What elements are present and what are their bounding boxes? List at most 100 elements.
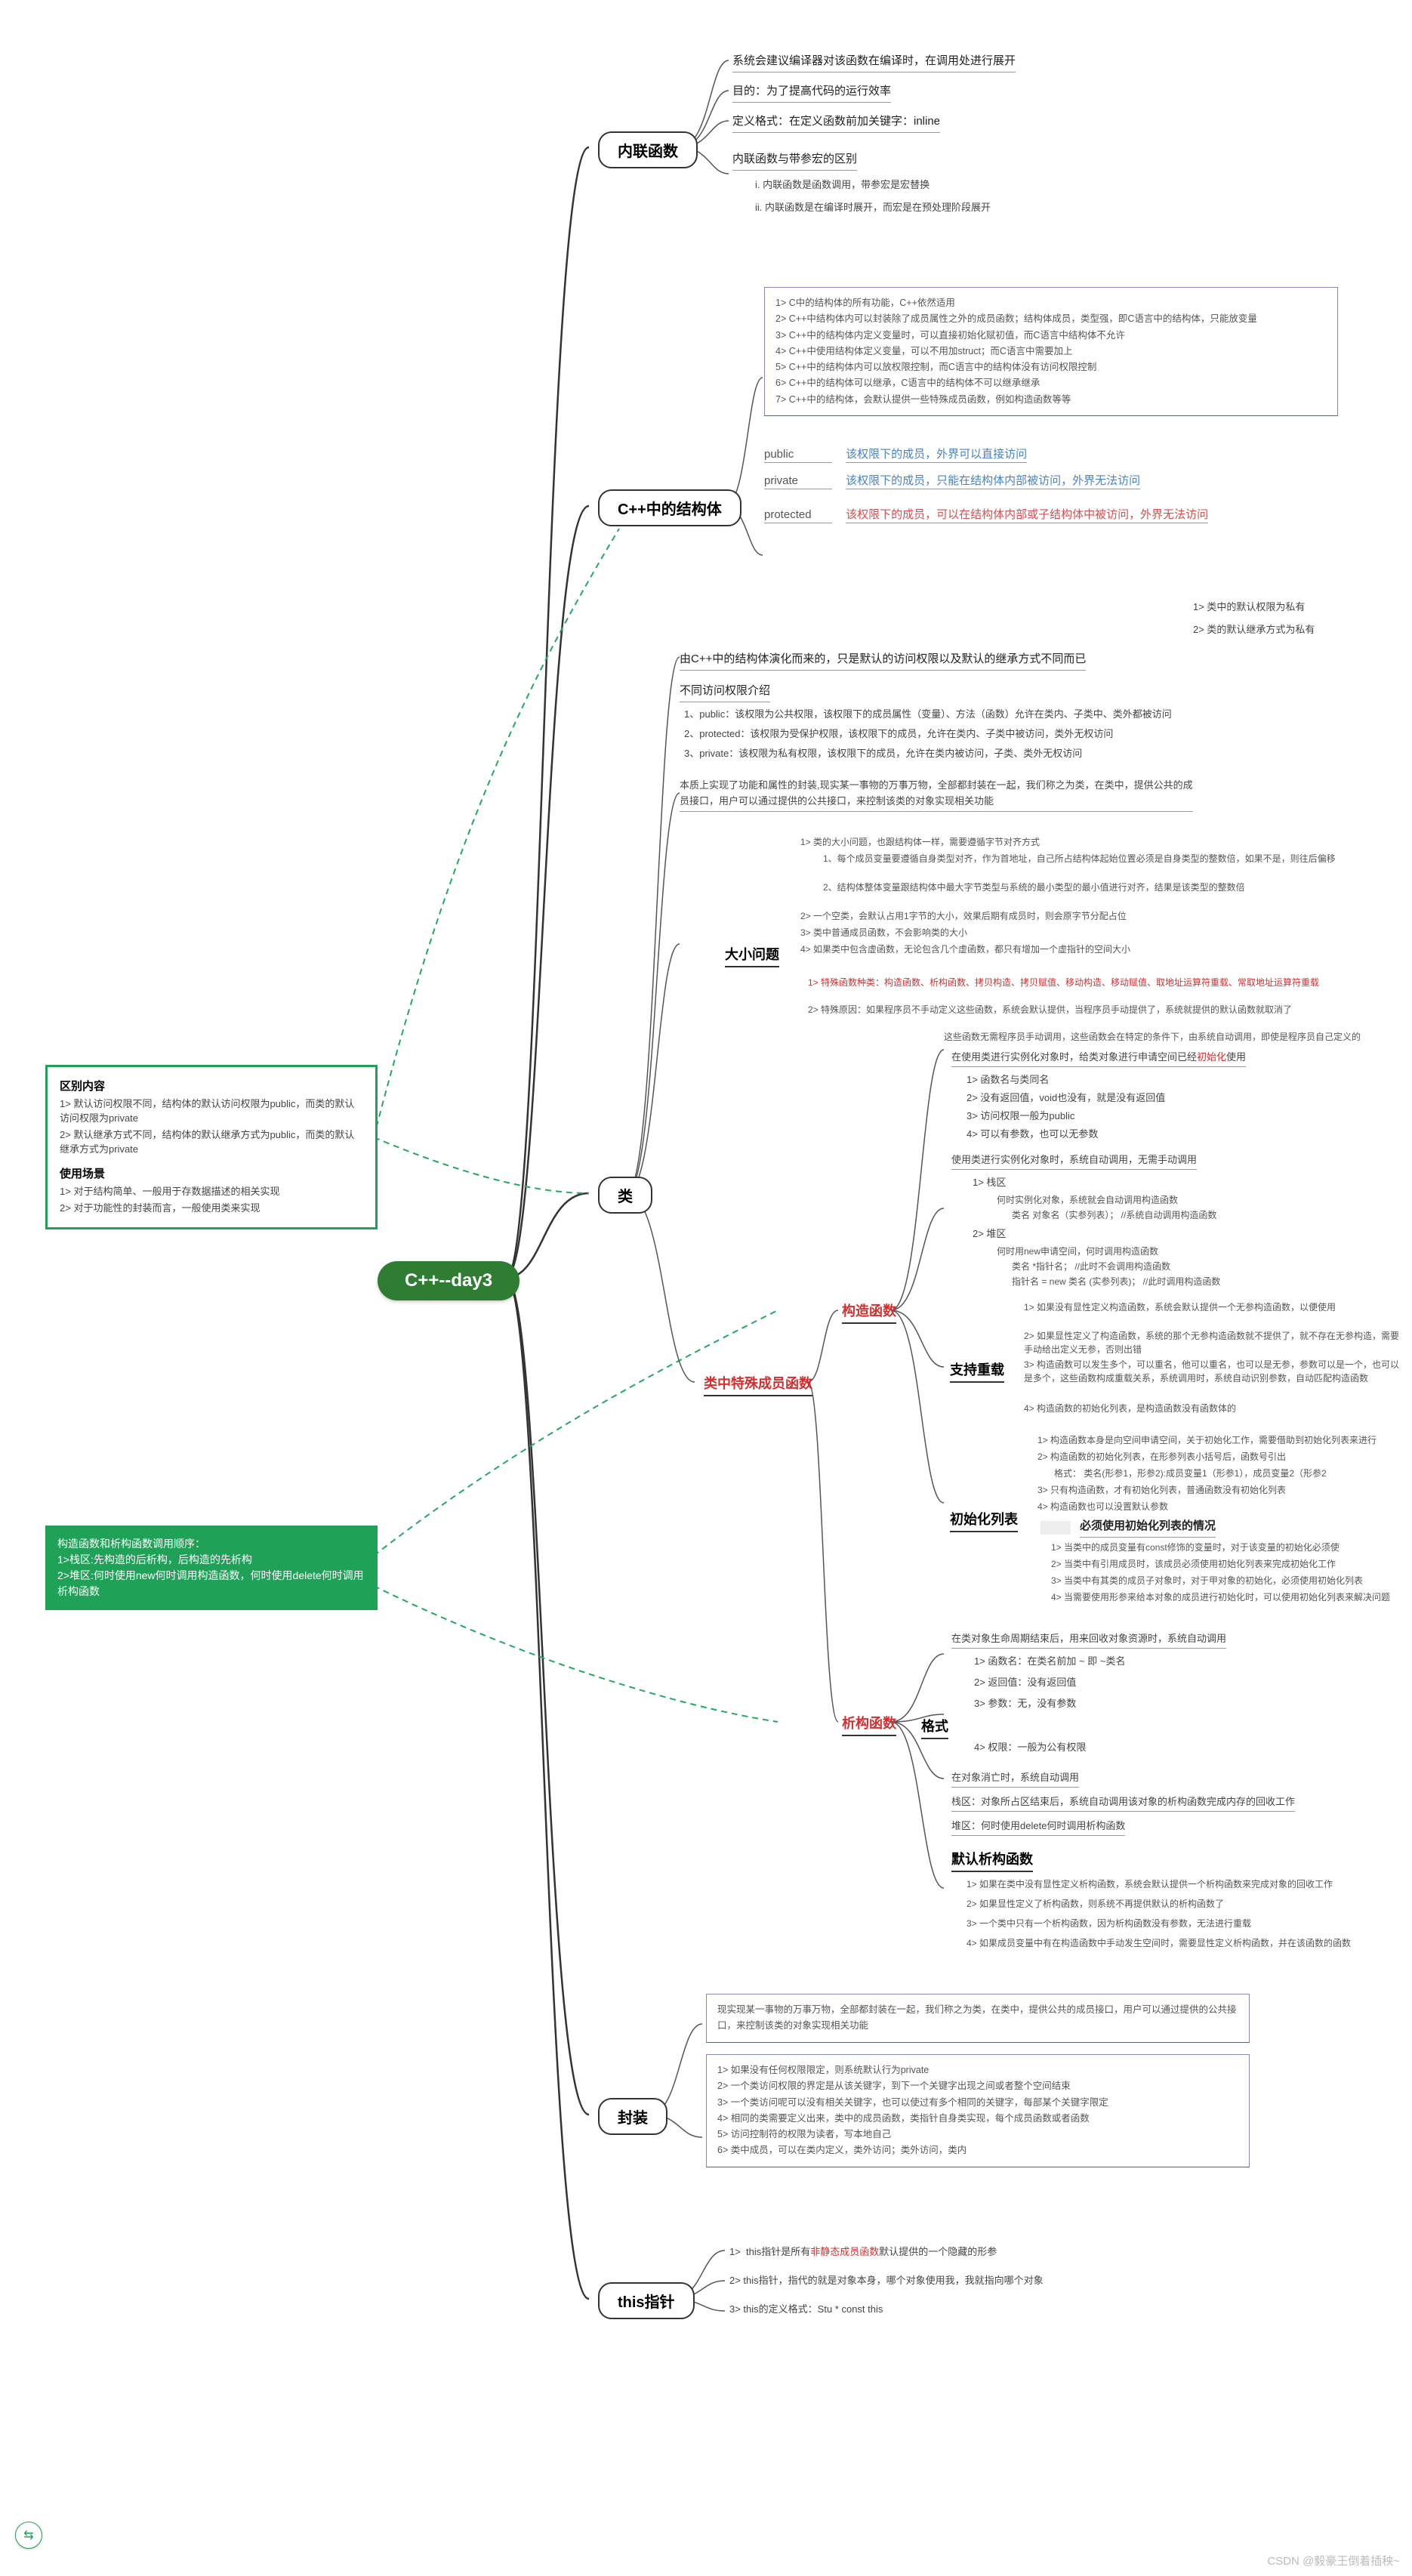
leaf: 4> 可以有参数，也可以无参数 bbox=[967, 1127, 1098, 1142]
struct-feature-line: 5> C++中的结构体内可以放权限控制，而C语言中的结构体没有访问权限控制 bbox=[775, 359, 1327, 375]
leaf: 1> 类的大小问题，也跟结构体一样，需要遵循字节对齐方式 bbox=[800, 835, 1359, 849]
leaf: 3> 访问权限一般为public bbox=[967, 1109, 1074, 1124]
leaf: 2> 特殊原因：如果程序员不手动定义这些函数，系统会默认提供，当程序员手动提供了… bbox=[808, 1003, 1382, 1017]
leaf: 堆区：何时使用delete何时调用析构函数 bbox=[951, 1819, 1125, 1836]
leaf: 1> 如果没有显性定义构造函数，系统会默认提供一个无参构造函数，以便使用 bbox=[1024, 1300, 1401, 1314]
note-use-heading: 使用场景 bbox=[60, 1168, 105, 1180]
leaf: 2> 返回值：没有返回值 bbox=[974, 1675, 1076, 1690]
leaf: 本质上实现了功能和属性的封装,现实某一事物的万事万物，全部都封装在一起，我们称之… bbox=[680, 778, 1193, 812]
struct-feature-line: 4> C++中使用结构体定义变量，可以不用加struct；而C语言中需要加上 bbox=[775, 344, 1327, 359]
leaf: 3> 只有构造函数，才有初始化列表，普通函数没有初始化列表 bbox=[1037, 1483, 1407, 1497]
encap-item: 2> 一个类访问权限的界定是从该关键字，到下一个关键字出现之间或者整个空间结束 bbox=[717, 2078, 1238, 2094]
encap-line: 现实现某一事物的万事万物，全部都封装在一起，我们称之为类，在类中，提供公共的成员… bbox=[717, 2002, 1238, 2035]
leaf: 4> 构造函数的初始化列表，是构造函数没有函数体的 bbox=[1024, 1402, 1401, 1415]
float-action-button[interactable]: ⇆ bbox=[15, 2522, 42, 2549]
node-this-pointer[interactable]: this指针 bbox=[598, 2282, 695, 2319]
leaf: 2> 堆区 bbox=[973, 1226, 1006, 1242]
access-row-private: private 该权限下的成员，只能在结构体内部被访问，外界无法访问 bbox=[764, 472, 1140, 489]
note-use-line: 1> 对于结构简单、一般用于存数据描述的相关实现 bbox=[60, 1183, 363, 1198]
struct-feature-line: 7> C++中的结构体，会默认提供一些特殊成员函数，例如构造函数等等 bbox=[775, 392, 1327, 408]
leaf: 1> 如果在类中没有显性定义析构函数，系统会默认提供一个析构函数来完成对象的回收… bbox=[967, 1877, 1404, 1891]
node-inline-fn[interactable]: 内联函数 bbox=[598, 131, 698, 168]
node-encapsulation[interactable]: 封装 bbox=[598, 2098, 667, 2135]
sub-must-initlist: 必须使用初始化列表的情况 bbox=[1080, 1518, 1216, 1538]
leaf: 指针名 = new 类名 (实参列表)； //此时调用构造函数 bbox=[1012, 1275, 1220, 1288]
leaf: 1> 函数名与类同名 bbox=[967, 1072, 1049, 1087]
note-order-line: 构造函数和析构函数调用顺序： bbox=[57, 1536, 365, 1552]
leaf: 2> 构造函数的初始化列表，在形参列表小括号后，函数号引出 bbox=[1037, 1450, 1407, 1464]
leaf: 类名 *指针名； //此时不会调用构造函数 bbox=[1012, 1260, 1170, 1273]
leaf: 2、结构体整体变量跟结构体中最大字节类型与系统的最小类型的最小值进行对齐，结果是… bbox=[823, 881, 1382, 894]
note-box-order: 构造函数和析构函数调用顺序： 1>栈区:先构造的后析构，后构造的先析构 2>堆区… bbox=[45, 1526, 378, 1610]
leaf: 3> 当类中有其类的成员子对象时，对于甲对象的初始化，必须使用初始化列表 bbox=[1051, 1574, 1406, 1587]
encap-box: 现实现某一事物的万事万物，全部都封装在一起，我们称之为类，在类中，提供公共的成员… bbox=[706, 1994, 1250, 2043]
leaf: i. 内联函数是函数调用，带参宏是宏替换 bbox=[755, 177, 930, 193]
leaf: 栈区：对象所占区结束后，系统自动调用该对象的析构函数完成内存的回收工作 bbox=[951, 1794, 1404, 1812]
leaf: 1> 函数名：在类名前加 ~ 即 ~类名 bbox=[974, 1654, 1125, 1669]
leaf: 3> 构造函数可以发生多个，可以重名，他可以重名，也可以是无参，参数可以是一个，… bbox=[1024, 1358, 1401, 1385]
access-row-protected: protected 该权限下的成员，可以在结构体内部或子结构体中被访问，外界无法… bbox=[764, 506, 1208, 523]
subheader: 不同访问权限介绍 bbox=[680, 683, 770, 702]
leaf: 何时用new申请空间，何时调用构造函数 bbox=[997, 1245, 1158, 1258]
leaf: 在类对象生命周期结束后，用来回收对象资源时，系统自动调用 bbox=[951, 1631, 1374, 1649]
leaf: 2> 如果显性定义了构造函数，系统的那个无参构造函数就不提供了，就不存在无参构造… bbox=[1024, 1329, 1401, 1356]
leaf: 内联函数与带参宏的区别 bbox=[732, 151, 857, 171]
leaf: 2> 类的默认继承方式为私有 bbox=[1193, 622, 1315, 637]
leaf: 何时实例化对象，系统就会自动调用构造函数 bbox=[997, 1193, 1178, 1207]
note-box-diff: 区别内容 1> 默认访问权限不同，结构体的默认访问权限为public，而类的默认… bbox=[45, 1065, 378, 1229]
leaf: 2> 没有返回值，void也没有，就是没有返回值 bbox=[967, 1091, 1165, 1106]
leaf: 2> 如果显性定义了析构函数，则系统不再提供默认的析构函数了 bbox=[967, 1897, 1404, 1911]
leaf: 4> 当需要使用形参来给本对象的成员进行初始化时，可以使用初始化列表来解决问题 bbox=[1051, 1590, 1406, 1604]
leaf: 3、private：该权限为私有权限，该权限下的成员，允许在类内被访问，子类、类… bbox=[684, 746, 1364, 761]
note-order-line: 1>栈区:先构造的后析构，后构造的先析构 bbox=[57, 1552, 365, 1568]
leaf: 3> 一个类中只有一个析构函数，因为析构函数没有参数，无法进行重载 bbox=[967, 1917, 1404, 1930]
sub-special-members: 类中特殊成员函数 bbox=[704, 1373, 812, 1396]
leaf: 格式： 类名(形参1，形参2):成员变量1（形参1），成员变量2（形参2 bbox=[1054, 1467, 1412, 1480]
struct-feature-line: 6> C++中的结构体可以继承，C语言中的结构体不可以继承继承 bbox=[775, 375, 1327, 391]
placeholder-icon bbox=[1041, 1521, 1071, 1535]
sub-destructor: 析构函数 bbox=[842, 1713, 896, 1736]
leaf: 1> 特殊函数种类：构造函数、析构函数、拷贝构造、拷贝赋值、移动构造、移动赋值、… bbox=[808, 976, 1382, 989]
encap-item: 1> 如果没有任何权限限定，则系统默认行为private bbox=[717, 2062, 1238, 2078]
sub-default-dtor: 默认析构函数 bbox=[951, 1849, 1033, 1872]
struct-feature-box: 1> C中的结构体的所有功能，C++依然适用 2> C++中结构体内可以封装除了… bbox=[764, 287, 1338, 416]
leaf: 定义格式：在定义函数前加关键字：inline bbox=[732, 113, 940, 133]
leaf: 3> 参数：无，没有参数 bbox=[974, 1696, 1076, 1711]
leaf: 1> 栈区 bbox=[973, 1175, 1006, 1190]
root-node[interactable]: C++--day3 bbox=[378, 1261, 519, 1300]
leaf: 系统会建议编译器对该函数在编译时，在调用处进行展开 bbox=[732, 53, 1016, 72]
leaf: 4> 如果成员变量中有在构造函数中手动发生空间时，需要显性定义析构函数，并在该函… bbox=[967, 1936, 1404, 1950]
leaf: 2> 当类中有引用成员时，该成员必须使用初始化列表来完成初始化工作 bbox=[1051, 1557, 1406, 1571]
leaf: 1、每个成员变量要遵循自身类型对齐，作为首地址，自己所占结构体起始位置必须是自身… bbox=[823, 852, 1382, 865]
node-struct[interactable]: C++中的结构体 bbox=[598, 489, 741, 526]
watermark: CSDN @毅豪王倒着插秧~ bbox=[1267, 2553, 1400, 2568]
leaf: 1> 当类中的成员变量有const修饰的变量时，对于该变量的初始化必须使 bbox=[1051, 1541, 1406, 1554]
leaf: 3> this的定义格式：Stu * const this bbox=[729, 2302, 883, 2317]
note-diff-line: 1> 默认访问权限不同，结构体的默认访问权限为public，而类的默认访问权限为… bbox=[60, 1096, 363, 1124]
leaf: 在使用类进行实例化对象时，给类对象进行申请空间已经初始化使用 bbox=[951, 1050, 1389, 1067]
leaf: 2、protected：该权限为受保护权限，该权限下的成员，允许在类内、子类中被… bbox=[684, 727, 1364, 742]
encap-item: 5> 访问控制符的权限为读者，写本地自己 bbox=[717, 2127, 1238, 2143]
node-class[interactable]: 类 bbox=[598, 1177, 652, 1214]
sub-overload: 支持重载 bbox=[950, 1359, 1004, 1383]
struct-feature-line: 2> C++中结构体内可以封装除了成员属性之外的成员函数；结构体成员，类型强，即… bbox=[775, 311, 1327, 327]
leaf: 类名 对象名（实参列表）； //系统自动调用构造函数 bbox=[1012, 1208, 1216, 1222]
leaf: 4> 构造函数也可以没置默认参数 bbox=[1037, 1500, 1407, 1513]
leaf: 使用类进行实例化对象时，系统自动调用，无需手动调用 bbox=[951, 1152, 1197, 1170]
note-diff-heading: 区别内容 bbox=[60, 1080, 105, 1093]
leaf: 2> this指针，指代的就是对象本身，哪个对象使用我，我就指向哪个对象 bbox=[729, 2273, 1044, 2288]
leaf: 1> this指针是所有非静态成员函数默认提供的一个隐藏的形参 bbox=[729, 2244, 997, 2260]
leaf: ii. 内联函数是在编译时展开，而宏是在预处理阶段展开 bbox=[755, 200, 991, 215]
leaf: 1> 类中的默认权限为私有 bbox=[1193, 600, 1305, 615]
leaf: 4> 权限：一般为公有权限 bbox=[974, 1740, 1086, 1755]
leaf: 目的：为了提高代码的运行效率 bbox=[732, 83, 891, 103]
struct-feature-line: 1> C中的结构体的所有功能，C++依然适用 bbox=[775, 295, 1327, 311]
note-diff-line: 2> 默认继承方式不同，结构体的默认继承方式为public，而类的默认继承方式为… bbox=[60, 1127, 363, 1155]
leaf: 在对象消亡时，系统自动调用 bbox=[951, 1770, 1079, 1788]
leaf: 4> 如果类中包含虚函数，无论包含几个虚函数，都只有增加一个虚指针的空间大小 bbox=[800, 942, 1359, 956]
access-row-public: public 该权限下的成员，外界可以直接访问 bbox=[764, 446, 1027, 463]
leaf: 1> 构造函数本身是向空间申请空间，关于初始化工作，需要借助到初始化列表来进行 bbox=[1037, 1433, 1407, 1447]
sub-constructor: 构造函数 bbox=[842, 1300, 896, 1324]
leaf: 2> 一个空类，会默认占用1字节的大小，效果后期有成员时，则会原字节分配占位 bbox=[800, 909, 1359, 923]
leaf: 1、public：该权限为公共权限，该权限下的成员属性（变量）、方法（函数）允许… bbox=[684, 707, 1364, 722]
